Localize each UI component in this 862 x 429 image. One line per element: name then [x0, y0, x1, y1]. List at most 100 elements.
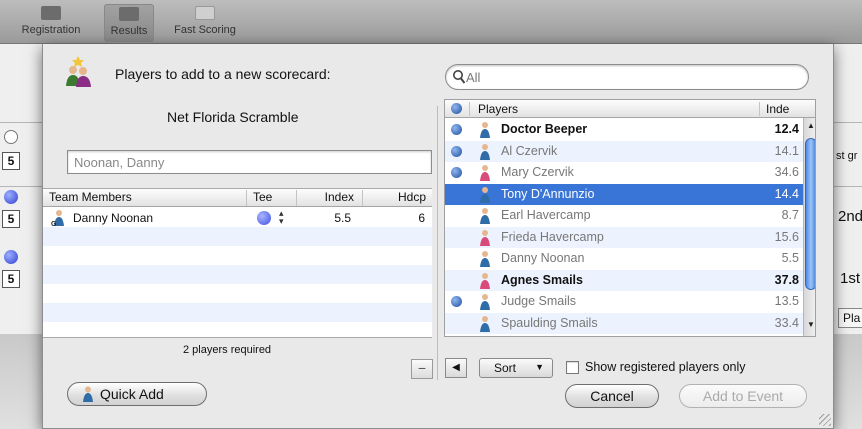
player-row[interactable]: Agnes Smails 37.8: [445, 269, 803, 291]
player-index: 34.6: [774, 165, 799, 179]
member-hdcp: 6: [418, 211, 425, 225]
male-golfer-icon: [480, 143, 490, 160]
players-scrollbar[interactable]: ▲ ▼: [803, 118, 815, 336]
table-header: Players Inde: [445, 100, 815, 118]
male-golfer-icon: G: [51, 210, 64, 227]
male-golfer-icon: [480, 315, 490, 332]
empty-row: [43, 246, 432, 265]
empty-row: [43, 322, 432, 337]
table-row[interactable]: G Danny Noonan ▴ ▾ 5.5 6: [43, 208, 432, 228]
player-row[interactable]: Doctor Beeper 12.4: [445, 119, 803, 141]
empty-row: [43, 303, 432, 322]
player-name: Mary Czervik: [501, 165, 574, 179]
column-tee[interactable]: Tee: [246, 190, 296, 206]
scroll-thumb[interactable]: [805, 138, 815, 290]
female-golfer-icon: [480, 272, 490, 289]
resize-grip-icon[interactable]: [819, 414, 831, 426]
male-golfer-icon: [480, 122, 490, 138]
table-header: Team Members Tee Index Hdcp: [43, 189, 432, 207]
player-index: 14.1: [774, 143, 799, 158]
chevron-down-icon: ▼: [535, 362, 544, 372]
player-name: Al Czervik: [501, 143, 558, 158]
player-name: Spaulding Smails: [501, 315, 598, 330]
score-box: 5: [2, 270, 20, 288]
scroll-down-icon[interactable]: ▼: [806, 320, 815, 330]
player-row[interactable]: Spaulding Smails 33.4: [445, 312, 803, 334]
male-golfer-icon: [480, 186, 490, 203]
places-button[interactable]: Pla: [838, 308, 862, 328]
player-name: Doctor Beeper: [501, 122, 588, 136]
registered-column-icon[interactable]: [451, 103, 462, 114]
registered-icon: [451, 167, 462, 178]
place-label: 1st: [840, 270, 861, 287]
column-players[interactable]: Players: [469, 102, 759, 116]
player-row[interactable]: Frieda Havercamp 15.6: [445, 226, 803, 248]
search-icon: [453, 70, 466, 84]
add-to-event-button[interactable]: Add to Event: [679, 384, 807, 408]
fast-scoring-icon: [195, 6, 215, 20]
radio-button[interactable]: [4, 130, 18, 144]
female-golfer-icon: [480, 229, 490, 246]
player-name: Tony D'Annunzio: [501, 186, 595, 201]
empty-row: [43, 265, 432, 284]
female-golfer-icon: [480, 165, 490, 181]
empty-row: [43, 227, 432, 246]
male-golfer-icon: [480, 251, 490, 267]
toolbar-fast-scoring[interactable]: Fast Scoring: [160, 4, 250, 42]
player-name: Judge Smails: [501, 294, 577, 308]
remove-member-button[interactable]: −: [411, 359, 433, 379]
registered-icon: [451, 296, 462, 307]
score-box: 5: [2, 210, 20, 228]
player-index: 8.7: [781, 208, 799, 222]
registered-icon: [451, 124, 462, 135]
player-row[interactable]: Judge Smails 13.5: [445, 291, 803, 313]
player-row[interactable]: Tony D'Annunzio 14.4: [445, 183, 803, 205]
player-name: Agnes Smails: [501, 272, 583, 287]
empty-row: [43, 284, 432, 303]
results-icon: [119, 7, 139, 21]
player-index: 15.6: [774, 229, 799, 244]
cancel-button[interactable]: Cancel: [565, 384, 659, 408]
quick-add-button[interactable]: Quick Add: [67, 382, 207, 406]
players-required-label: 2 players required: [183, 344, 272, 356]
tee-marker-icon: [4, 190, 18, 204]
scroll-up-icon[interactable]: ▲: [806, 121, 815, 131]
golfer-icon: [83, 386, 93, 402]
toolbar-registration[interactable]: Registration: [4, 4, 98, 42]
show-registered-label: Show registered players only: [585, 360, 746, 374]
member-name: Danny Noonan: [73, 211, 154, 225]
tee-stepper-icon[interactable]: ▴ ▾: [279, 209, 284, 226]
app-toolbar: Registration Results Fast Scoring: [0, 0, 862, 44]
player-index: 5.5: [781, 251, 799, 265]
add-players-icon: [66, 56, 91, 87]
player-index: 33.4: [774, 315, 799, 330]
member-index: 5.5: [334, 211, 351, 225]
add-players-sheet: Players to add to a new scorecard: Net F…: [42, 44, 834, 429]
player-row[interactable]: Earl Havercamp 8.7: [445, 205, 803, 227]
player-row[interactable]: Danny Noonan 5.5: [445, 248, 803, 270]
registration-icon: [41, 6, 61, 20]
add-player-arrow-button[interactable]: ◀: [445, 358, 467, 378]
player-name: Frieda Havercamp: [501, 229, 604, 244]
registered-icon: [451, 145, 462, 157]
toolbar-results[interactable]: Results: [104, 4, 154, 42]
divider: [437, 106, 438, 380]
player-search-field[interactable]: All: [445, 64, 809, 90]
place-label: 2nd: [838, 208, 862, 225]
team-members-table: Team Members Tee Index Hdcp G Danny Noon…: [43, 188, 432, 338]
column-index[interactable]: Index: [296, 190, 362, 206]
tee-color-icon[interactable]: [257, 211, 271, 225]
column-index[interactable]: Inde: [759, 102, 803, 116]
tee-marker-icon: [4, 250, 18, 264]
column-team-members[interactable]: Team Members: [43, 190, 246, 206]
players-table: Players Inde Doctor Beeper 12.4 Al Czervik…: [444, 99, 816, 337]
show-registered-checkbox[interactable]: [566, 361, 579, 374]
sort-popup-button[interactable]: Sort ▼: [479, 358, 553, 378]
player-index: 12.4: [774, 122, 799, 136]
player-row[interactable]: Al Czervik 14.1: [445, 140, 803, 162]
player-index: 13.5: [774, 294, 799, 308]
player-row[interactable]: Mary Czervik 34.6: [445, 162, 803, 184]
column-hdcp[interactable]: Hdcp: [362, 190, 432, 206]
place-label: st gr: [836, 150, 858, 162]
player-name-field[interactable]: Noonan, Danny: [67, 150, 432, 174]
